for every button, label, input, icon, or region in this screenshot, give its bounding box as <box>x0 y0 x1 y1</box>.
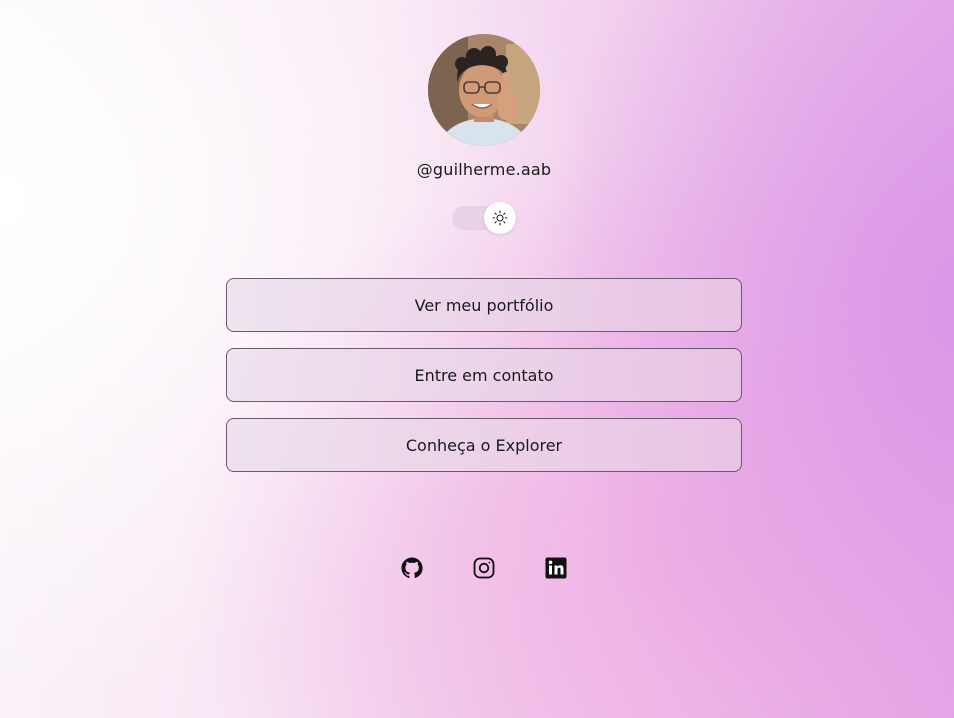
link-label: Ver meu portfólio <box>414 295 554 315</box>
linkedin-icon <box>545 557 567 579</box>
theme-toggle[interactable] <box>484 202 516 234</box>
portfolio-link-button[interactable]: Ver meu portfólio <box>226 278 742 332</box>
linktree-page: @guilherme.aab Ver meu portfólio Entre e… <box>0 0 954 718</box>
github-icon <box>401 557 423 579</box>
social-links <box>0 556 954 580</box>
link-label: Conheça o Explorer <box>405 435 563 455</box>
avatar <box>428 34 540 146</box>
contact-link-button[interactable]: Entre em contato <box>226 348 742 402</box>
linkedin-link[interactable] <box>544 556 568 580</box>
link-label: Entre em contato <box>414 365 554 385</box>
link-list: Ver meu portfólio Entre em contato Conhe… <box>226 278 742 488</box>
explorer-link-button[interactable]: Conheça o Explorer <box>226 418 742 472</box>
github-link[interactable] <box>400 556 424 580</box>
instagram-link[interactable] <box>472 556 496 580</box>
instagram-icon <box>473 557 495 579</box>
sun-icon <box>492 210 508 226</box>
username: @guilherme.aab <box>416 160 552 179</box>
avatar-photo <box>428 34 540 146</box>
